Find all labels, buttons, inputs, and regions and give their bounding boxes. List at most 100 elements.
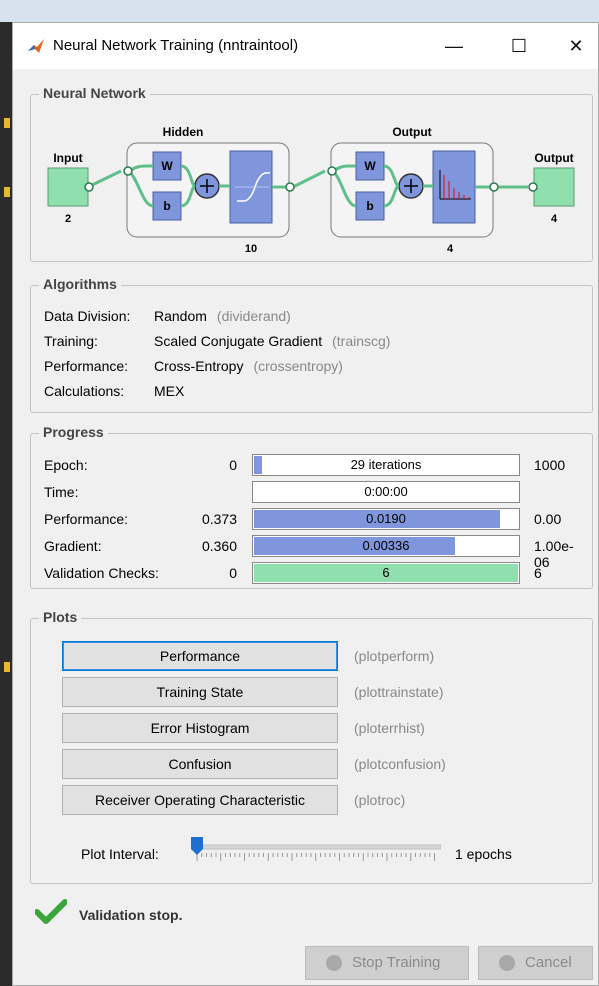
desktop-top-strip — [0, 0, 599, 22]
plot-roc-button[interactable]: Receiver Operating Characteristic — [62, 785, 338, 815]
progress-bar: 6 — [252, 562, 520, 584]
algo-function: (dividerand) — [216, 308, 291, 324]
progress-key: Gradient: — [44, 538, 102, 554]
output-layer-size: 4 — [447, 243, 454, 255]
plot-function: (plotconfusion) — [354, 756, 446, 772]
progress-end: 0.00 — [534, 511, 562, 527]
progress-bar-text: 0:00:00 — [364, 484, 408, 499]
algorithms-panel: Algorithms Data Division: Random (dividera… — [30, 276, 593, 413]
algo-value: Scaled Conjugate Gradient — [154, 333, 323, 349]
plot-training-state-button[interactable]: Training State — [62, 677, 338, 707]
algo-value: Cross-Entropy — [154, 358, 244, 374]
progress-bar-text: 0.00336 — [362, 538, 410, 553]
panel-title-progress: Progress — [39, 424, 108, 440]
hidden-label: Hidden — [163, 125, 204, 139]
input-size: 2 — [65, 213, 71, 225]
progress-start: 0.360 — [201, 538, 237, 554]
progress-start: 0 — [229, 457, 237, 473]
edge-marker — [4, 187, 10, 197]
panel-title-algorithms: Algorithms — [39, 276, 121, 292]
plot-interval-value: 1 epochs — [455, 846, 512, 862]
slider-thumb — [191, 837, 203, 855]
edge-marker — [4, 118, 10, 128]
progress-bar: 0.00336 — [252, 535, 520, 557]
progress-key: Time: — [44, 484, 79, 500]
background-window-edge — [0, 22, 12, 986]
plot-function: (plotperform) — [354, 648, 435, 664]
progress-start: 0.373 — [201, 511, 237, 527]
algo-row-training: Training: Scaled Conjugate Gradient (train… — [44, 333, 390, 349]
algo-key: Training: — [44, 333, 98, 349]
nntraintool-window: Neural Network Training (nntraintool) — … — [12, 22, 599, 986]
window-title: Neural Network Training (nntraintool) — [53, 37, 299, 54]
output-transfer-box — [432, 150, 476, 224]
progress-end: 1000 — [534, 457, 566, 473]
input-box — [47, 167, 89, 207]
output-w-label: W — [364, 159, 376, 173]
plot-interval-slider[interactable] — [191, 835, 441, 865]
title-bar[interactable]: Neural Network Training (nntraintool) — … — [13, 23, 598, 69]
algo-value: Random — [154, 308, 207, 324]
cancel-label: Cancel — [525, 954, 572, 971]
algo-function: (crossentropy) — [253, 358, 343, 374]
edge-marker — [4, 662, 10, 672]
plot-interval-label: Plot Interval: — [81, 846, 159, 862]
progress-bar: 29 iterations — [252, 454, 520, 476]
algo-row-data-division: Data Division: Random (dividerand) — [44, 308, 291, 324]
plot-error-histogram-button[interactable]: Error Histogram — [62, 713, 338, 743]
plot-confusion-button[interactable]: Confusion — [62, 749, 338, 779]
input-label: Input — [53, 151, 82, 165]
output-box — [533, 167, 575, 207]
algo-row-performance: Performance: Cross-Entropy (crossentropy) — [44, 358, 343, 374]
plots-panel: Plots Performance (plotperform) Training… — [30, 609, 593, 884]
progress-start: 0 — [229, 565, 237, 581]
progress-key: Performance: — [44, 511, 129, 527]
progress-bar-text: 29 iterations — [350, 457, 422, 472]
progress-bar: 0.0190 — [252, 508, 520, 530]
cancel-icon — [499, 955, 515, 971]
stop-icon — [326, 955, 342, 971]
algo-function: (trainscg) — [332, 333, 391, 349]
progress-bar: 0:00:00 — [252, 481, 520, 503]
progress-bar-text: 6 — [382, 565, 390, 580]
progress-row-performance: Performance: 0.373 0.0190 0.00 — [44, 508, 589, 530]
progress-row-epoch: Epoch: 0 29 iterations 1000 — [44, 454, 589, 476]
algo-value: MEX — [154, 383, 185, 399]
output-size: 4 — [551, 213, 558, 225]
hidden-b-label: b — [163, 199, 170, 213]
plot-function: (plotroc) — [354, 792, 406, 808]
hidden-w-label: W — [161, 159, 173, 173]
algo-key: Calculations: — [44, 383, 125, 399]
progress-key: Epoch: — [44, 457, 88, 473]
output-label: Output — [534, 151, 573, 165]
progress-row-gradient: Gradient: 0.360 0.00336 1.00e-06 — [44, 535, 589, 570]
minimize-button[interactable]: — — [431, 31, 477, 61]
algo-key: Performance: — [44, 358, 129, 374]
stop-training-button[interactable]: Stop Training — [305, 946, 469, 980]
progress-key: Validation Checks: — [44, 565, 159, 581]
output-b-label: b — [366, 199, 373, 213]
progress-end: 6 — [534, 565, 542, 581]
status-text: Validation stop. — [79, 907, 183, 923]
plot-performance-button[interactable]: Performance — [62, 641, 338, 671]
maximize-button[interactable]: ☐ — [496, 31, 542, 61]
neural-network-panel: Neural Network Hidden Output Input Outpu… — [30, 85, 593, 262]
panel-title-plots: Plots — [39, 609, 82, 625]
progress-panel: Progress Epoch: 0 29 iterations 1000 Tim… — [30, 424, 593, 589]
stop-training-label: Stop Training — [352, 954, 441, 971]
progress-row-time: Time: 0:00:00 — [44, 481, 589, 503]
status-area: Validation stop. — [34, 899, 182, 929]
cancel-button[interactable]: Cancel — [478, 946, 593, 980]
hidden-size: 10 — [245, 243, 257, 255]
output-layer-label: Output — [392, 125, 431, 139]
close-button[interactable]: ✕ — [553, 31, 599, 61]
matlab-icon — [28, 39, 44, 53]
checkmark-icon — [34, 899, 68, 924]
plot-function: (ploterrhist) — [354, 720, 425, 736]
plot-function: (plottrainstate) — [354, 684, 444, 700]
network-diagram: Hidden Output Input Output 2 4 10 4 W b … — [47, 125, 575, 255]
algo-key: Data Division: — [44, 308, 131, 324]
progress-bar-text: 0.0190 — [366, 511, 406, 526]
algo-row-calculations: Calculations: MEX — [44, 383, 194, 399]
progress-row-validation-checks: Validation Checks: 0 6 6 — [44, 562, 589, 584]
